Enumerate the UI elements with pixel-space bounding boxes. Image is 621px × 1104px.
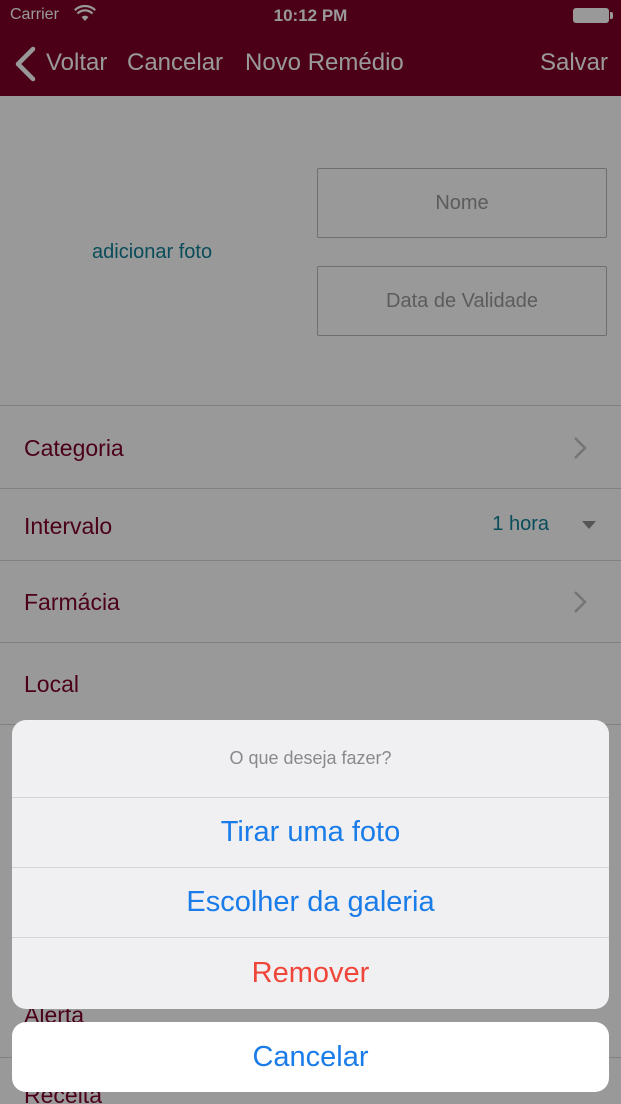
cancel-button[interactable]: Cancelar — [12, 1022, 609, 1092]
action-sheet-title: O que deseja fazer? — [12, 720, 609, 798]
action-sheet: O que deseja fazer? Tirar uma foto Escol… — [12, 720, 609, 1009]
remove-button[interactable]: Remover — [12, 938, 609, 1008]
take-photo-button[interactable]: Tirar uma foto — [12, 798, 609, 868]
choose-from-gallery-button[interactable]: Escolher da galeria — [12, 868, 609, 938]
